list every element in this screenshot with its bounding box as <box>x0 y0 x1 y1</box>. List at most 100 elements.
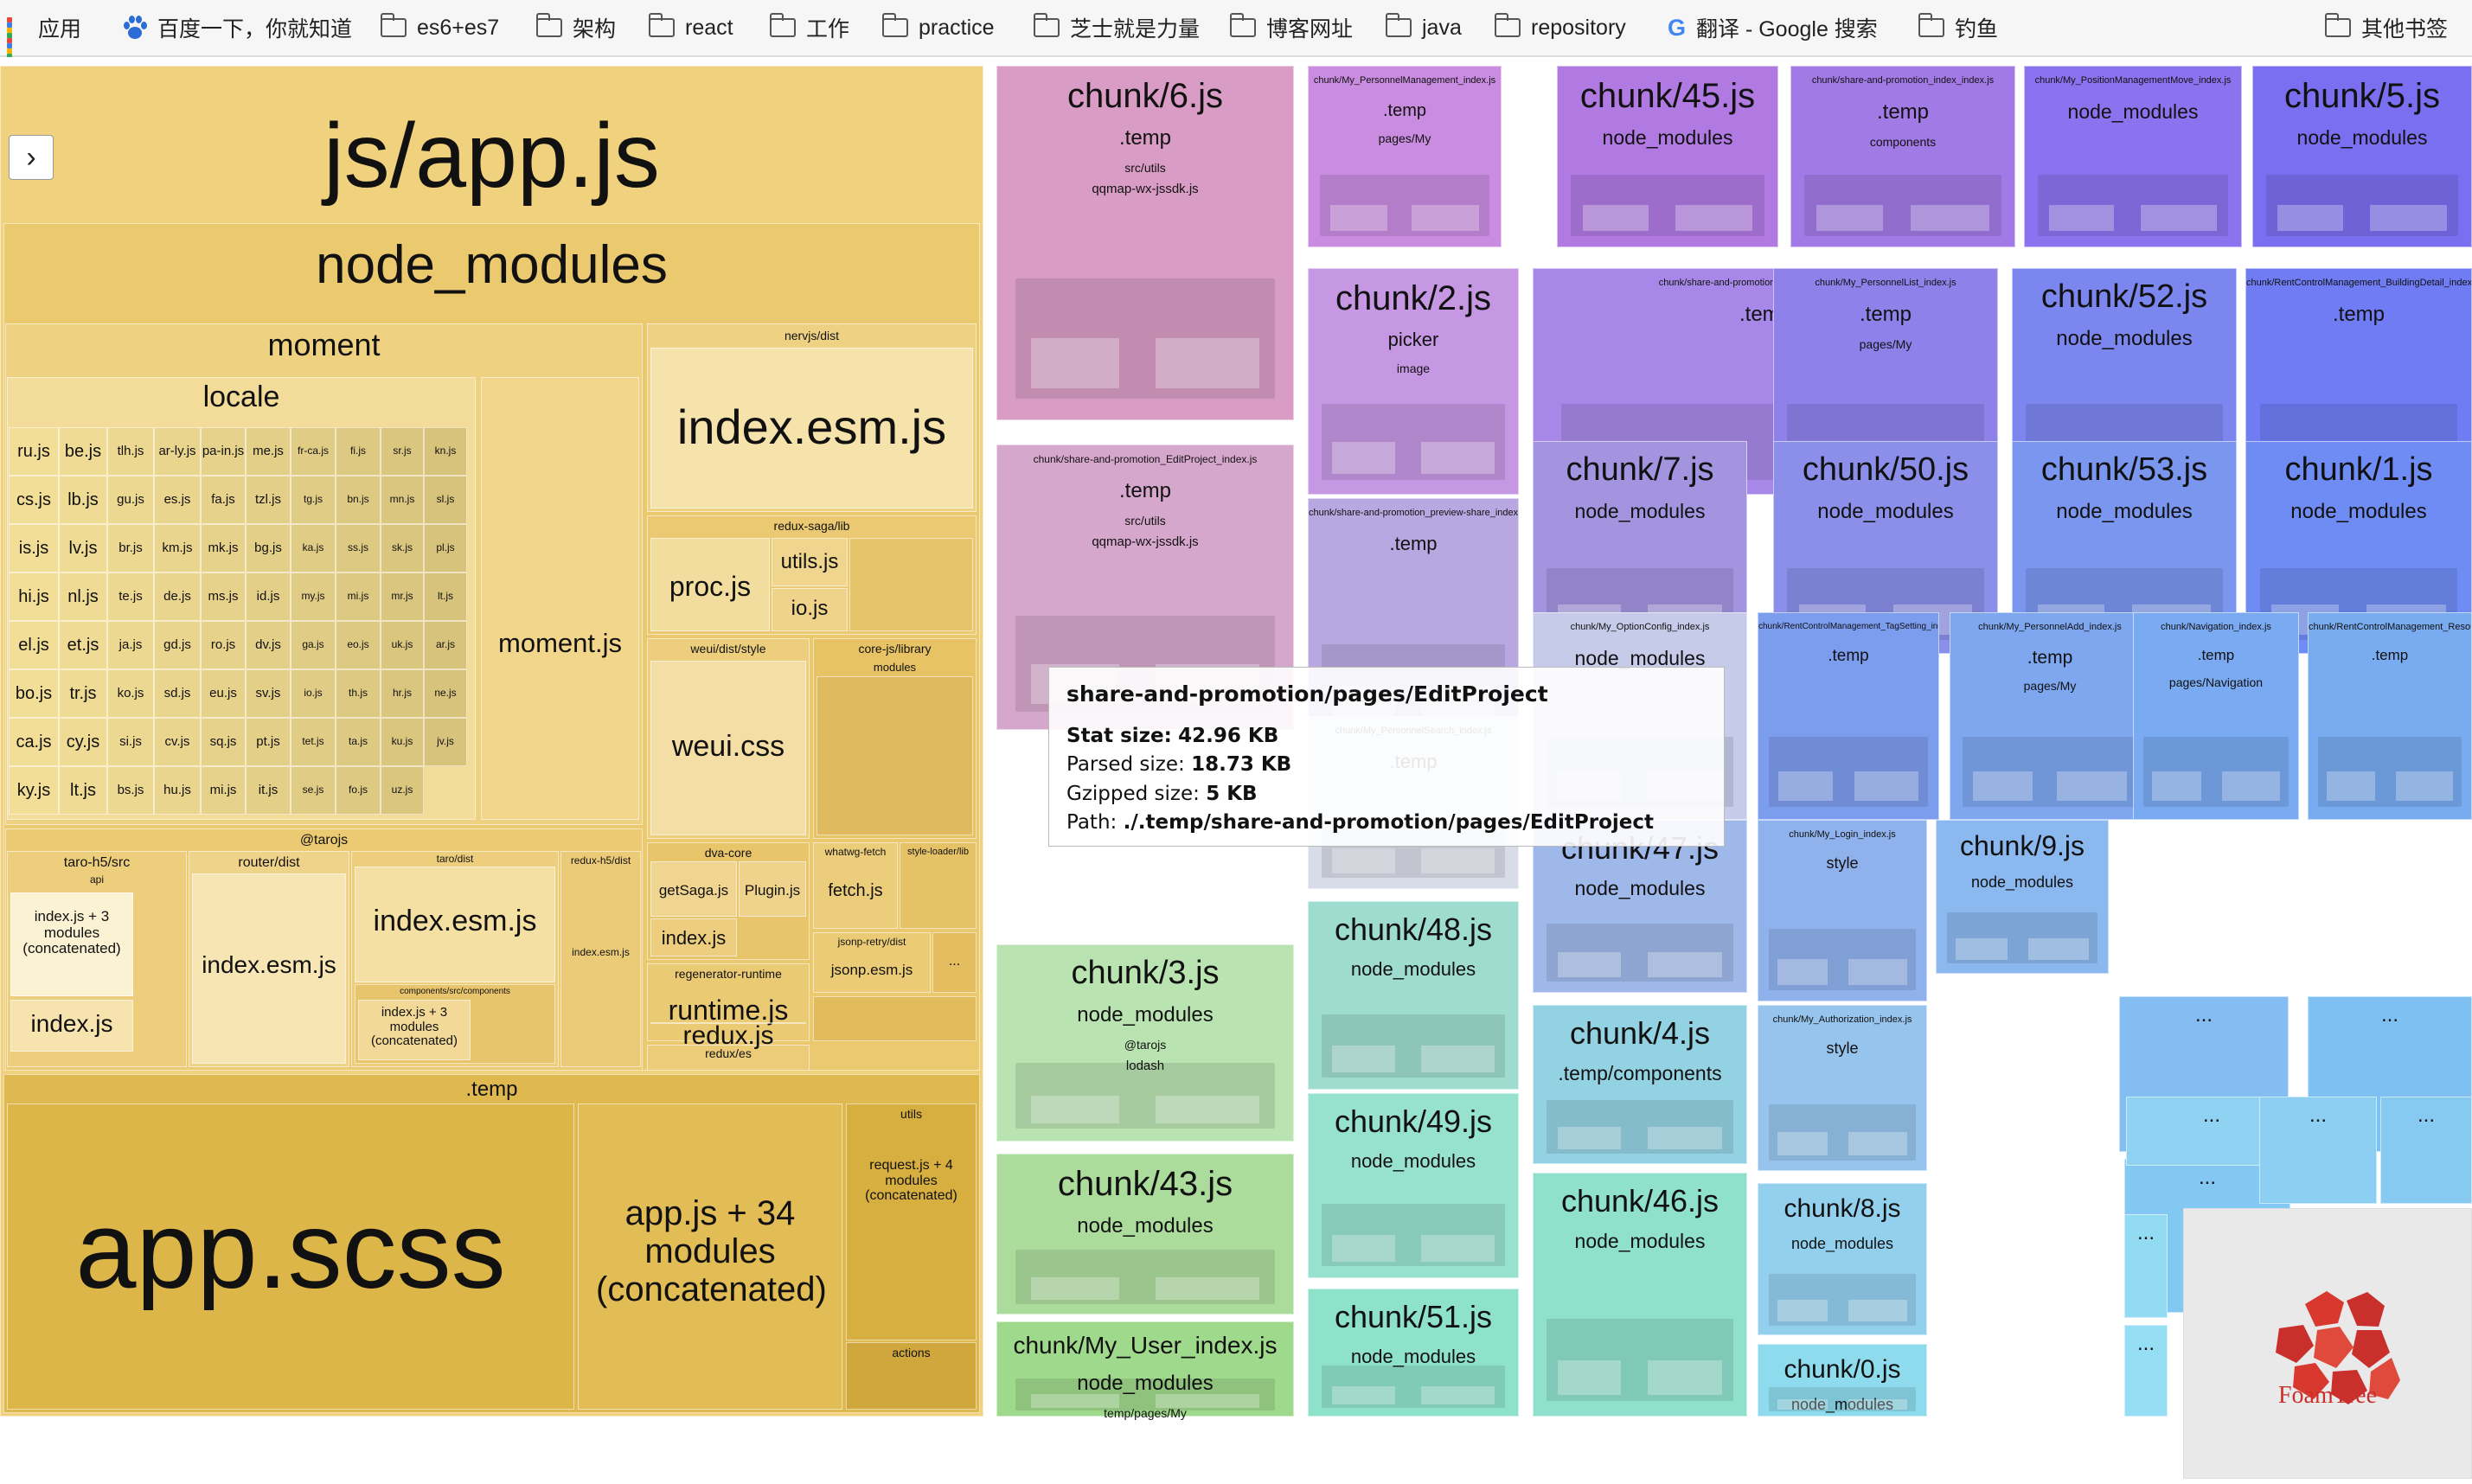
locale-file[interactable]: gu.js <box>107 476 154 524</box>
locale-file[interactable]: te.js <box>107 572 154 621</box>
bookmark-folder-other[interactable]: 其他书签 <box>2324 12 2448 43</box>
chunk-tile[interactable]: chunk/My_PersonnelAdd_index.js .temp pages… <box>1950 612 2150 820</box>
jsonp-retry-group[interactable]: jsonp-retry/dist jsonp.esm.js <box>813 932 931 993</box>
locale-file[interactable]: hr.js <box>381 669 424 718</box>
locale-file[interactable]: ms.js <box>201 572 246 621</box>
bookmark-folder-blogs[interactable]: 博客网址 <box>1229 12 1353 43</box>
locale-file[interactable]: ne.js <box>424 669 467 718</box>
locale-file[interactable]: sl.js <box>424 476 467 524</box>
chunk-tile[interactable]: chunk/9.js node_modules <box>1936 820 2109 974</box>
bookmark-folder-react[interactable]: react <box>648 12 733 43</box>
chunk-tile[interactable]: chunk/My_Login_index.js style <box>1758 820 1927 1001</box>
bookmark-folder-work[interactable]: 工作 <box>769 12 849 43</box>
chunk-tile[interactable]: chunk/Navigation_index.js .temp pages/Navi… <box>2133 612 2299 820</box>
locale-file[interactable]: ku.js <box>381 718 424 766</box>
locale-file[interactable]: pl.js <box>424 524 467 572</box>
locale-file[interactable]: bn.js <box>336 476 381 524</box>
locale-file[interactable]: bo.js <box>9 669 59 718</box>
locale-file[interactable]: ro.js <box>201 621 246 669</box>
process-group[interactable] <box>813 996 977 1041</box>
locale-file[interactable]: et.js <box>59 621 107 669</box>
temp-utils-group[interactable]: utils request.js + 4 modules (concatenat… <box>846 1103 977 1340</box>
locale-file[interactable]: ko.js <box>107 669 154 718</box>
locale-file[interactable]: mi.js <box>336 572 381 621</box>
locale-file[interactable]: me.js <box>246 427 291 476</box>
small-chunk-tile[interactable]: ... <box>2259 1097 2377 1204</box>
chunk-tile[interactable]: chunk/43.js node_modules <box>996 1154 1294 1314</box>
small-chunk-tile[interactable]: ... <box>2380 1097 2472 1204</box>
chunk-tile[interactable]: chunk/49.js node_modules <box>1308 1093 1519 1278</box>
locale-file[interactable]: sq.js <box>201 718 246 766</box>
locale-file[interactable]: mi.js <box>201 766 246 815</box>
actions-group[interactable]: actions <box>846 1342 977 1410</box>
nervjs-index-file[interactable]: index.esm.js <box>650 348 973 509</box>
locale-file[interactable]: km.js <box>154 524 201 572</box>
misc-small-group[interactable]: ... <box>932 932 977 993</box>
chunk-tile[interactable]: chunk/RentControlManagement_ResourceDeta… <box>2308 612 2472 820</box>
locale-file[interactable]: eu.js <box>201 669 246 718</box>
locale-file[interactable]: uk.js <box>381 621 424 669</box>
bookmark-apps[interactable]: 应用 <box>7 12 81 64</box>
locale-file[interactable]: nl.js <box>59 572 107 621</box>
locale-file[interactable]: be.js <box>59 427 107 476</box>
chunk-tile[interactable]: chunk/My_Authorization_index.js style <box>1758 1005 1927 1171</box>
locale-file[interactable]: de.js <box>154 572 201 621</box>
bookmark-folder-java[interactable]: java <box>1385 12 1462 43</box>
chunk-tile[interactable]: chunk/48.js node_modules <box>1308 901 1519 1090</box>
locale-file[interactable]: th.js <box>336 669 381 718</box>
locale-file[interactable]: dv.js <box>246 621 291 669</box>
locale-file[interactable]: lt.js <box>424 572 467 621</box>
locale-file[interactable]: fr-ca.js <box>291 427 336 476</box>
style-loader-group[interactable]: style-loader/lib <box>900 842 977 929</box>
locale-file[interactable]: mr.js <box>381 572 424 621</box>
locale-file[interactable]: ru.js <box>9 427 59 476</box>
locale-file[interactable]: se.js <box>291 766 336 815</box>
locale-file[interactable]: uz.js <box>381 766 424 815</box>
chunk-tile[interactable]: chunk/5.js node_modules <box>2252 66 2472 247</box>
locale-file[interactable]: id.js <box>246 572 291 621</box>
taro-h5-index-file[interactable]: index.js <box>10 1000 133 1052</box>
bookmark-folder-es6[interactable]: es6+es7 <box>380 12 499 43</box>
treemap-canvas[interactable]: js/app.js node_modules moment locale ru.… <box>0 57 2472 1479</box>
bookmark-folder-architecture[interactable]: 架构 <box>535 12 616 43</box>
locale-file[interactable]: ta.js <box>336 718 381 766</box>
locale-file[interactable]: ss.js <box>336 524 381 572</box>
dva-index-file[interactable]: index.js <box>650 918 737 956</box>
locale-file[interactable]: si.js <box>107 718 154 766</box>
locale-file[interactable]: br.js <box>107 524 154 572</box>
locale-file[interactable]: el.js <box>9 621 59 669</box>
redux-h5-group[interactable]: redux-h5/dist index.esm.js <box>560 851 641 1067</box>
locale-file[interactable]: sk.js <box>381 524 424 572</box>
bookmark-folder-repository[interactable]: repository <box>1494 12 1626 43</box>
locale-file[interactable]: tet.js <box>291 718 336 766</box>
locale-file[interactable]: cv.js <box>154 718 201 766</box>
locale-file[interactable]: bs.js <box>107 766 154 815</box>
locale-file[interactable]: fa.js <box>201 476 246 524</box>
locale-file[interactable]: cy.js <box>59 718 107 766</box>
locale-file[interactable]: ga.js <box>291 621 336 669</box>
locale-file[interactable]: it.js <box>246 766 291 815</box>
locale-file[interactable]: jv.js <box>424 718 467 766</box>
small-chunk-tile[interactable]: ... <box>2124 1325 2168 1417</box>
bookmark-folder-cheese[interactable]: 芝士就是力量 <box>1033 12 1200 43</box>
locale-file[interactable]: hu.js <box>154 766 201 815</box>
plugin-file[interactable]: Plugin.js <box>739 861 806 917</box>
bookmark-baidu[interactable]: 百度一下，你就知道 <box>123 12 352 43</box>
components-concat-file[interactable]: index.js + 3 modules (concatenated) <box>358 1000 471 1060</box>
small-chunk-tile[interactable]: ... <box>2124 1214 2168 1318</box>
chunk-tile[interactable]: chunk/6.js .temp src/utils qqmap-wx-jssdk.j… <box>996 66 1294 420</box>
chunk-tile[interactable]: chunk/My_PersonnelManagement_index.js .te… <box>1308 66 1502 247</box>
chunk-tile[interactable]: chunk/8.js node_modules <box>1758 1183 1927 1335</box>
sidebar-toggle-button[interactable]: › <box>9 135 54 180</box>
locale-file[interactable]: gd.js <box>154 621 201 669</box>
locale-file[interactable]: sr.js <box>381 427 424 476</box>
locale-file[interactable]: ar.js <box>424 621 467 669</box>
locale-file[interactable]: ka.js <box>291 524 336 572</box>
locale-file[interactable]: tr.js <box>59 669 107 718</box>
chunk-tile[interactable]: chunk/46.js node_modules <box>1533 1173 1747 1417</box>
bookmark-google-translate[interactable]: G 翻译 - Google 搜索 <box>1668 12 1878 43</box>
chunk-tile[interactable]: chunk/2.js picker image <box>1308 268 1519 495</box>
chunk-tile[interactable]: chunk/My_PositionManagementMove_index.js… <box>2024 66 2242 247</box>
locale-file[interactable]: sd.js <box>154 669 201 718</box>
chunk-tile[interactable]: chunk/share-and-promotion_index_index.js… <box>1790 66 2015 247</box>
